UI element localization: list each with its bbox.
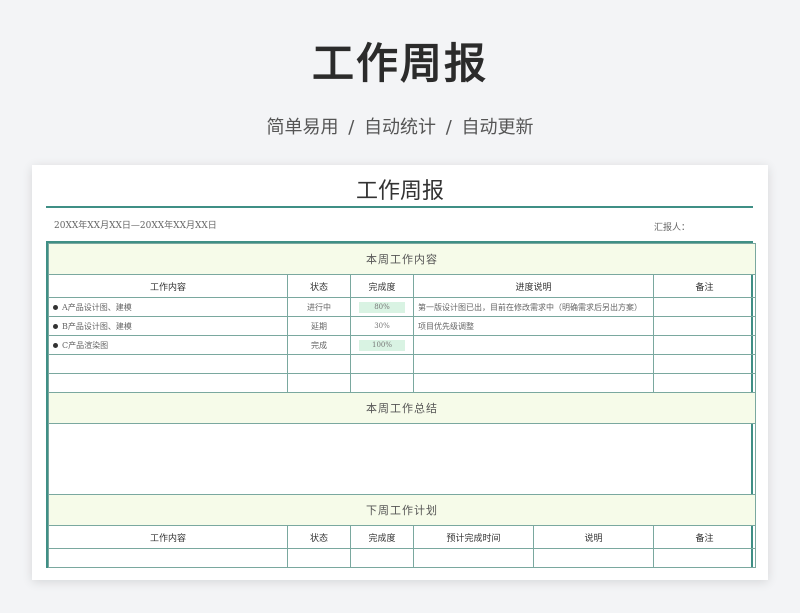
task-cell[interactable]: B产品设计图、建模	[48, 316, 288, 336]
hero-title: 工作周报	[311, 39, 488, 88]
empty-cell[interactable]	[287, 354, 351, 374]
report-table: 本周工作内容 工作内容 状态 完成度 进度说明 备注 A产品设计图、建模 进行中…	[46, 241, 756, 568]
summary-section-title: 本周工作总结	[48, 392, 756, 424]
empty-cell[interactable]	[350, 354, 414, 374]
next-week-header-row: 工作内容 状态 完成度 预计完成时间 说明 备注	[48, 525, 756, 549]
bullet-icon	[53, 324, 58, 329]
col-header-status: 状态	[287, 274, 351, 298]
status-cell[interactable]: 完成	[287, 335, 351, 355]
title-divider	[46, 206, 753, 208]
empty-cell[interactable]	[533, 548, 654, 568]
col-header-task: 工作内容	[48, 525, 288, 549]
summary-text-cell[interactable]	[48, 423, 756, 495]
col-header-description: 说明	[533, 525, 654, 549]
progress-cell[interactable]: 80%	[350, 297, 414, 317]
col-header-progress: 完成度	[350, 525, 414, 549]
task-label: A产品设计图、建模	[62, 302, 132, 312]
hero-subtitle: 简单易用 / 自动统计 / 自动更新	[266, 117, 534, 138]
note-cell[interactable]	[413, 335, 654, 355]
next-week-section-header: 下周工作计划	[48, 494, 756, 526]
empty-cell[interactable]	[653, 354, 756, 374]
progress-badge: 80%	[359, 301, 405, 313]
note-cell[interactable]: 第一版设计图已出，目前在修改需求中（明确需求后另出方案）	[413, 297, 654, 317]
empty-cell[interactable]	[287, 548, 351, 568]
remark-cell[interactable]	[653, 316, 756, 336]
table-row[interactable]: C产品渲染图 完成 100%	[48, 335, 756, 355]
empty-row[interactable]	[48, 373, 756, 393]
reporter-label: 汇报人：	[654, 223, 691, 233]
task-label: C产品渲染图	[62, 340, 109, 350]
empty-cell[interactable]	[413, 373, 654, 393]
bullet-icon	[53, 343, 58, 348]
task-cell[interactable]: A产品设计图、建模	[48, 297, 288, 317]
remark-cell[interactable]	[653, 297, 756, 317]
empty-cell[interactable]	[48, 354, 288, 374]
progress-badge: 100%	[359, 339, 405, 351]
table-row[interactable]: B产品设计图、建模 延期 30% 项目优先级调整	[48, 316, 756, 336]
date-range: 20XX年XX月XX日—20XX年XX月XX日	[54, 221, 217, 231]
this-week-section-header: 本周工作内容	[48, 243, 756, 275]
status-cell[interactable]: 进行中	[287, 297, 351, 317]
document-title: 工作周报	[355, 179, 444, 204]
progress-cell[interactable]: 30%	[350, 316, 414, 336]
empty-cell[interactable]	[350, 548, 414, 568]
empty-cell[interactable]	[48, 373, 288, 393]
this-week-header-row: 工作内容 状态 完成度 进度说明 备注	[48, 274, 756, 298]
empty-cell[interactable]	[350, 373, 414, 393]
summary-section-header: 本周工作总结	[48, 392, 756, 424]
empty-cell[interactable]	[413, 354, 654, 374]
bullet-icon	[53, 305, 58, 310]
table-row[interactable]: A产品设计图、建模 进行中 80% 第一版设计图已出，目前在修改需求中（明确需求…	[48, 297, 756, 317]
progress-badge: 30%	[374, 321, 390, 330]
col-header-eta: 预计完成时间	[413, 525, 534, 549]
col-header-progress: 完成度	[350, 274, 414, 298]
report-sheet: 工作周报 20XX年XX月XX日—20XX年XX月XX日 汇报人： 本周工作内容…	[32, 165, 768, 580]
empty-row[interactable]	[48, 548, 756, 568]
empty-cell[interactable]	[653, 548, 756, 568]
remark-cell[interactable]	[653, 335, 756, 355]
col-header-note: 进度说明	[413, 274, 654, 298]
progress-cell[interactable]: 100%	[350, 335, 414, 355]
task-label: B产品设计图、建模	[62, 321, 132, 331]
col-header-remark: 备注	[653, 274, 756, 298]
empty-cell[interactable]	[653, 373, 756, 393]
empty-row[interactable]	[48, 354, 756, 374]
this-week-section-title: 本周工作内容	[48, 243, 756, 275]
col-header-remark: 备注	[653, 525, 756, 549]
summary-area[interactable]	[48, 423, 756, 495]
task-cell[interactable]: C产品渲染图	[48, 335, 288, 355]
next-week-section-title: 下周工作计划	[48, 494, 756, 526]
empty-cell[interactable]	[48, 548, 288, 568]
empty-cell[interactable]	[287, 373, 351, 393]
status-cell[interactable]: 延期	[287, 316, 351, 336]
col-header-task: 工作内容	[48, 274, 288, 298]
empty-cell[interactable]	[413, 548, 534, 568]
note-cell[interactable]: 项目优先级调整	[413, 316, 654, 336]
col-header-status: 状态	[287, 525, 351, 549]
